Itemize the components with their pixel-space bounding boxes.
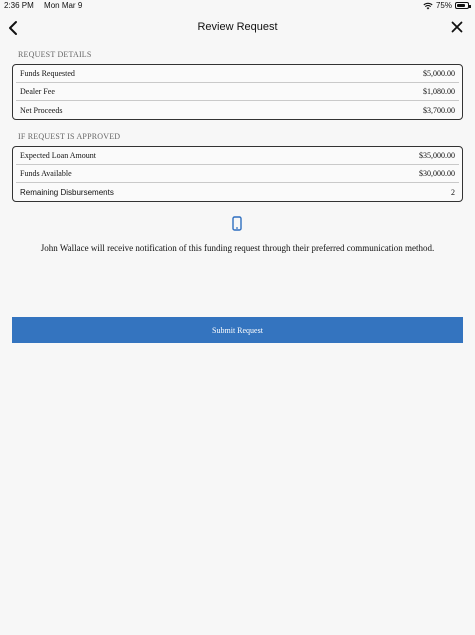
row-label: Net Proceeds [20,105,63,115]
row-label: Expected Loan Amount [20,151,96,160]
status-time: 2:36 PM [4,1,34,10]
notification-message: John Wallace will receive notification o… [40,243,435,253]
close-icon[interactable] [451,21,463,33]
row-label: Dealer Fee [20,87,55,96]
row-value: $35,000.00 [419,151,455,160]
status-date: Mon Mar 9 [44,1,83,10]
battery-icon [455,2,471,9]
if-approved-card: Expected Loan Amount $35,000.00 Funds Av… [12,146,463,202]
submit-request-button[interactable]: Submit Request [12,317,463,343]
row-value: $5,000.00 [423,69,455,78]
row-value: $30,000.00 [419,169,455,178]
battery-percent: 75% [435,1,452,10]
row-label: Remaining Disbursements [20,187,114,197]
detail-row-remaining-disbursements: Remaining Disbursements 2 [16,183,459,201]
nav-bar: Review Request [0,14,475,42]
wifi-icon [423,2,433,9]
detail-row-net-proceeds: Net Proceeds $3,700.00 [16,101,459,119]
status-left: 2:36 PM Mon Mar 9 [4,1,82,10]
row-value: $1,080.00 [423,87,455,96]
row-value: 2 [451,187,455,197]
page-title: Review Request [197,21,278,33]
detail-row-funds-requested: Funds Requested $5,000.00 [16,65,459,83]
request-details-card: Funds Requested $5,000.00 Dealer Fee $1,… [12,64,463,120]
phone-icon [232,216,242,231]
status-bar: 2:36 PM Mon Mar 9 75% [0,0,475,12]
if-approved-header: IF REQUEST IS APPROVED [18,132,121,141]
row-label: Funds Requested [20,69,75,78]
detail-row-expected-loan: Expected Loan Amount $35,000.00 [16,147,459,165]
detail-row-dealer-fee: Dealer Fee $1,080.00 [16,83,459,101]
request-details-header: REQUEST DETAILS [18,50,92,59]
row-value: $3,700.00 [423,105,455,115]
status-right: 75% [423,1,471,10]
row-label: Funds Available [20,169,72,178]
detail-row-funds-available: Funds Available $30,000.00 [16,165,459,183]
